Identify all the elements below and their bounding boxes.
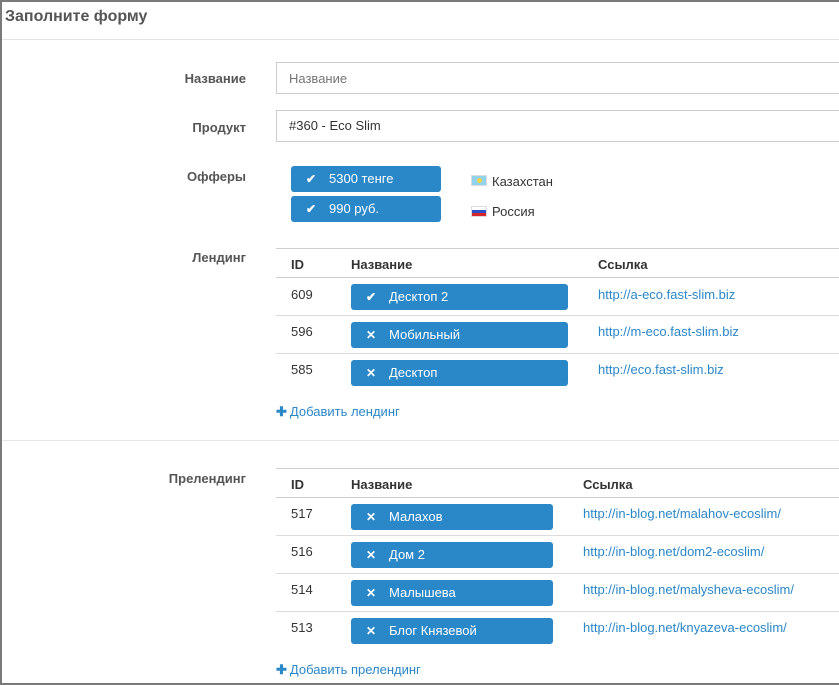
prelanding-col-name: Название [351, 477, 413, 492]
landing-toggle-desktop[interactable]: ✕ Десктоп [351, 360, 568, 386]
prelanding-row-id: 514 [291, 582, 313, 597]
prelanding-name: Малышева [389, 585, 456, 600]
kazakhstan-flag-icon [471, 175, 487, 186]
plus-icon: ✚ [276, 404, 287, 419]
x-icon: ✕ [365, 624, 377, 638]
prelanding-row-id: 517 [291, 506, 313, 521]
row-divider [276, 315, 839, 316]
landing-name: Мобильный [389, 327, 461, 342]
prelanding-link[interactable]: http://in-blog.net/malysheva-ecoslim/ [583, 582, 794, 597]
x-icon: ✕ [365, 586, 377, 600]
landing-toggle-mobile[interactable]: ✕ Мобильный [351, 322, 568, 348]
form-header: Заполните форму [2, 2, 839, 40]
plus-icon: ✚ [276, 662, 287, 677]
prelanding-toggle-knyazeva[interactable]: ✕ Блог Князевой [351, 618, 553, 644]
offer-toggle-990-rub[interactable]: ✔ 990 руб. [291, 196, 441, 222]
landing-label: Лендинг [192, 250, 246, 265]
prelanding-header-border [276, 497, 839, 498]
row-divider [276, 535, 839, 536]
name-label: Название [184, 71, 246, 86]
landing-link[interactable]: http://eco.fast-slim.biz [598, 362, 724, 377]
offer-country: Россия [492, 204, 535, 219]
form-title: Заполните форму [5, 8, 148, 25]
prelanding-name: Малахов [389, 509, 443, 524]
prelanding-name: Дом 2 [389, 547, 425, 562]
x-icon: ✕ [365, 366, 377, 380]
prelanding-row-id: 513 [291, 620, 313, 635]
prelanding-link[interactable]: http://in-blog.net/dom2-ecoslim/ [583, 544, 764, 559]
landing-name: Десктоп [389, 365, 438, 380]
prelanding-toggle-dom2[interactable]: ✕ Дом 2 [351, 542, 553, 568]
offer-toggle-5300-tenge[interactable]: ✔ 5300 тенге [291, 166, 441, 192]
prelanding-link[interactable]: http://in-blog.net/knyazeva-ecoslim/ [583, 620, 787, 635]
add-prelanding-label: Добавить прелендинг [289, 662, 421, 677]
x-icon: ✕ [365, 510, 377, 524]
prelanding-col-id: ID [291, 477, 304, 492]
offers-label: Офферы [187, 169, 246, 184]
prelanding-toggle-malysheva[interactable]: ✕ Малышева [351, 580, 553, 606]
row-divider [276, 611, 839, 612]
check-icon: ✔ [305, 172, 317, 186]
prelanding-link[interactable]: http://in-blog.net/malahov-ecoslim/ [583, 506, 781, 521]
row-divider [276, 353, 839, 354]
name-input[interactable] [276, 62, 839, 94]
prelanding-name: Блог Князевой [389, 623, 477, 638]
offer-label: 5300 тенге [329, 171, 394, 186]
landing-col-id: ID [291, 257, 304, 272]
landing-row-id: 585 [291, 362, 313, 377]
landing-link[interactable]: http://m-eco.fast-slim.biz [598, 324, 739, 339]
landing-header-border [276, 277, 839, 278]
prelanding-col-link: Ссылка [583, 477, 633, 492]
form-frame: Заполните форму Название Продукт #360 - … [0, 0, 839, 685]
landing-col-name: Название [351, 257, 413, 272]
prelanding-label: Прелендинг [168, 471, 246, 486]
prelanding-row-id: 516 [291, 544, 313, 559]
offer-country: Казахстан [492, 174, 553, 189]
add-prelanding-link[interactable]: ✚ Добавить прелендинг [276, 662, 421, 678]
landing-link[interactable]: http://a-eco.fast-slim.biz [598, 287, 735, 302]
add-landing-link[interactable]: ✚ Добавить лендинг [276, 404, 400, 420]
x-icon: ✕ [365, 328, 377, 342]
offer-label: 990 руб. [329, 201, 380, 216]
landing-row-id: 609 [291, 287, 313, 302]
add-landing-label: Добавить лендинг [289, 404, 400, 419]
check-icon: ✔ [365, 290, 377, 304]
x-icon: ✕ [365, 548, 377, 562]
product-label: Продукт [192, 120, 246, 135]
row-divider [276, 573, 839, 574]
section-divider [2, 440, 839, 441]
landing-toggle-desktop-2[interactable]: ✔ Десктоп 2 [351, 284, 568, 310]
landing-table-top-border [276, 248, 839, 249]
prelanding-table-top-border [276, 468, 839, 469]
prelanding-toggle-malahov[interactable]: ✕ Малахов [351, 504, 553, 530]
check-icon: ✔ [305, 202, 317, 216]
russia-flag-icon [471, 206, 487, 217]
landing-row-id: 596 [291, 324, 313, 339]
product-select[interactable]: #360 - Eco Slim [276, 110, 839, 142]
landing-name: Десктоп 2 [389, 289, 449, 304]
landing-col-link: Ссылка [598, 257, 648, 272]
